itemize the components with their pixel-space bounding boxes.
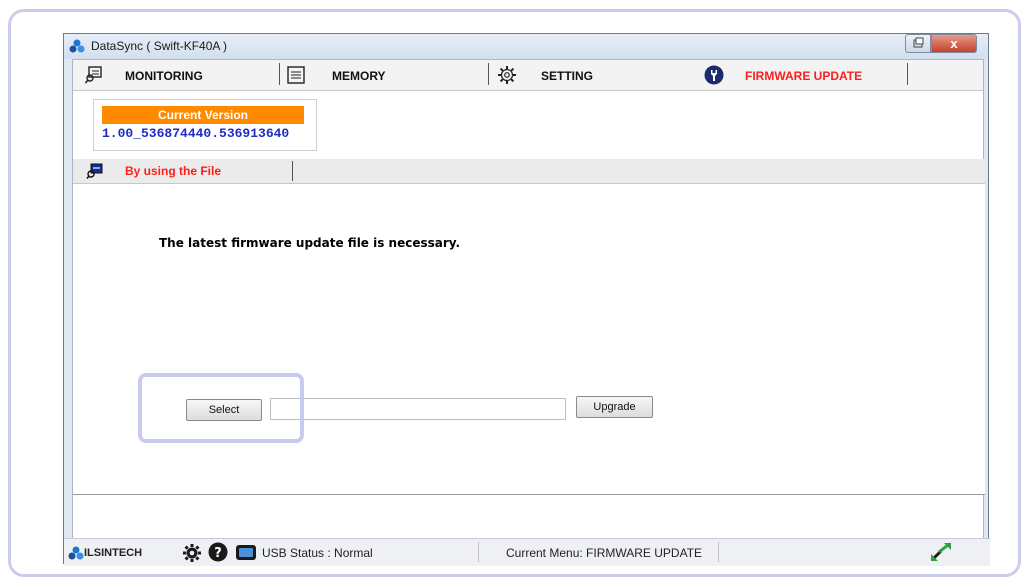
usb-status: USB Status : Normal	[262, 546, 373, 560]
current-version-box: Current Version 1.00_536874440.536913640	[93, 99, 317, 151]
restore-button[interactable]	[905, 34, 931, 53]
tab-monitoring-label: MONITORING	[125, 69, 203, 83]
app-logo-icon	[69, 39, 85, 53]
gear-icon	[498, 66, 516, 84]
subtab-by-using-file-label: By using the File	[125, 164, 222, 178]
subtab-by-using-file[interactable]: By using the File	[73, 159, 293, 183]
tab-setting[interactable]: SETTING	[489, 60, 699, 90]
current-menu-status: Current Menu: FIRMWARE UPDATE	[506, 546, 703, 560]
tab-setting-label: SETTING	[541, 69, 594, 83]
tab-separator	[907, 63, 908, 85]
window-title: DataSync ( Swift-KF40A )	[91, 39, 228, 53]
display-icon[interactable]	[235, 544, 257, 562]
main-tab-bar: MONITORING MEMORY SETTING FIRMWARE UPDAT…	[73, 60, 983, 91]
tab-firmware-update[interactable]: FIRMWARE UPDATE	[699, 60, 907, 90]
settings-gear-icon[interactable]	[182, 543, 202, 563]
close-icon: x	[950, 36, 958, 51]
status-bar: ILSINTECH ? USB Status : Normal Current …	[64, 538, 990, 566]
brand-label: ILSINTECH	[84, 547, 143, 559]
current-version-header: Current Version	[102, 106, 304, 124]
status-separator	[478, 542, 479, 562]
connection-status-icon	[931, 543, 951, 561]
firmware-update-panel: The latest firmware update file is neces…	[73, 184, 985, 495]
help-icon[interactable]: ?	[208, 542, 228, 562]
current-version-value: 1.00_536874440.536913640	[102, 126, 290, 141]
tab-monitoring[interactable]: MONITORING	[79, 60, 279, 90]
select-button-highlight	[138, 373, 304, 443]
file-path-input[interactable]	[270, 398, 566, 420]
memory-icon	[287, 66, 305, 84]
ilsintech-logo-icon	[68, 546, 84, 560]
app-window: DataSync ( Swift-KF40A ) x MONITORING ME…	[63, 33, 990, 566]
monitoring-icon	[85, 66, 102, 84]
subtab-separator	[292, 161, 293, 181]
firmware-message: The latest firmware update file is neces…	[159, 236, 461, 250]
upgrade-button[interactable]: Upgrade	[576, 396, 653, 418]
file-device-icon	[86, 163, 103, 179]
tab-memory-label: MEMORY	[332, 69, 386, 83]
close-button[interactable]: x	[931, 34, 977, 53]
title-bar[interactable]: DataSync ( Swift-KF40A ) x	[64, 34, 988, 59]
restore-icon	[913, 37, 924, 48]
svg-text:?: ?	[214, 546, 222, 561]
sub-tab-bar: By using the File	[73, 159, 985, 184]
tab-firmware-update-label: FIRMWARE UPDATE	[745, 69, 863, 83]
wrench-icon	[704, 65, 724, 85]
status-separator	[718, 542, 719, 562]
client-area: MONITORING MEMORY SETTING FIRMWARE UPDAT…	[72, 59, 985, 539]
tab-memory[interactable]: MEMORY	[280, 60, 488, 90]
